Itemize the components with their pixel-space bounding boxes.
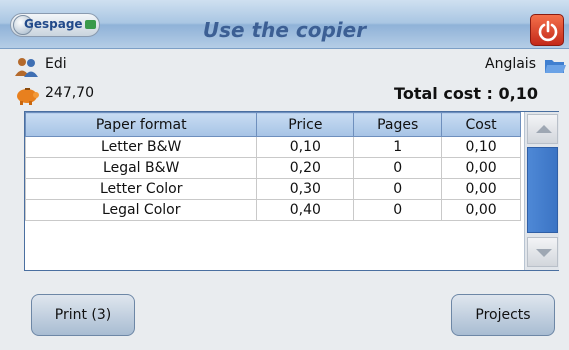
cell-price: 0,40 <box>256 199 355 221</box>
power-icon <box>538 20 558 42</box>
scroll-thumb[interactable] <box>527 147 558 233</box>
cell-paper-format: Legal B&W <box>24 157 258 179</box>
cell-cost: 0,00 <box>441 178 521 200</box>
table-row[interactable]: Legal B&W 0,20 0 0,00 <box>24 157 521 179</box>
table-row[interactable]: Legal Color 0,40 0 0,00 <box>24 199 521 221</box>
total-cost: Total cost : 0,10 <box>394 84 538 103</box>
scroll-down-button[interactable] <box>527 237 558 267</box>
cell-pages: 0 <box>353 178 443 200</box>
cell-pages: 1 <box>353 136 443 158</box>
print-button[interactable]: Print (3) <box>31 294 135 336</box>
table-row[interactable]: Letter B&W 0,10 1 0,10 <box>24 136 521 158</box>
header-bar: Gespage Use the copier <box>0 0 569 49</box>
column-header-paper-format: Paper format <box>24 112 258 137</box>
cell-paper-format: Letter B&W <box>24 136 258 158</box>
cell-pages: 0 <box>353 157 443 179</box>
piggy-bank-icon <box>17 88 39 105</box>
column-header-cost: Cost <box>441 112 521 137</box>
folder-icon[interactable] <box>544 57 566 75</box>
user-icon <box>15 58 38 77</box>
arrow-up-icon <box>536 125 552 133</box>
projects-button[interactable]: Projects <box>451 294 555 336</box>
cell-paper-format: Letter Color <box>24 178 258 200</box>
column-header-price: Price <box>256 112 355 137</box>
table-row[interactable]: Letter Color 0,30 0 0,00 <box>24 178 521 200</box>
language-label[interactable]: Anglais <box>485 56 536 72</box>
cell-cost: 0,00 <box>441 157 521 179</box>
page-title: Use the copier <box>202 18 367 42</box>
cell-pages: 0 <box>353 199 443 221</box>
power-button[interactable] <box>530 14 564 46</box>
paper-format-table-panel: Paper format Price Pages Cost Letter B&W… <box>24 111 559 271</box>
cell-paper-format: Legal Color <box>24 199 258 221</box>
column-header-pages: Pages <box>353 112 443 137</box>
table-scrollbar[interactable] <box>524 112 559 270</box>
cell-price: 0,10 <box>256 136 355 158</box>
user-name: Edi <box>45 56 67 72</box>
cell-cost: 0,10 <box>441 136 521 158</box>
scroll-up-button[interactable] <box>527 114 558 144</box>
account-balance: 247,70 <box>45 85 94 101</box>
cell-price: 0,30 <box>256 178 355 200</box>
arrow-down-icon <box>536 249 552 257</box>
table-header-row: Paper format Price Pages Cost <box>24 112 521 137</box>
cell-price: 0,20 <box>256 157 355 179</box>
cell-cost: 0,00 <box>441 199 521 221</box>
paper-format-table: Paper format Price Pages Cost Letter B&W… <box>24 112 521 221</box>
